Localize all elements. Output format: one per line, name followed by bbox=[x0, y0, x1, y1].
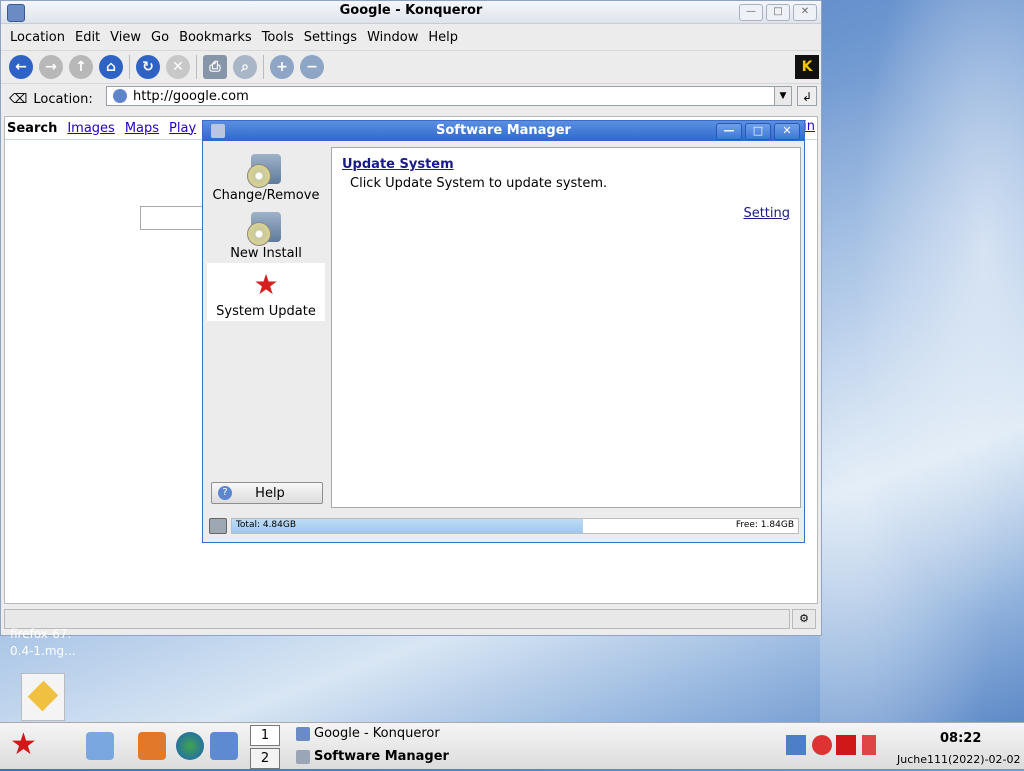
package-file-icon[interactable] bbox=[21, 673, 65, 721]
clock-time[interactable]: 08:22 bbox=[940, 731, 981, 746]
sidebar-item-change-remove[interactable]: Change/Remove bbox=[207, 147, 325, 205]
software-manager-titlebar[interactable]: Software Manager — □ ✕ bbox=[203, 121, 804, 141]
browser-launcher-icon[interactable] bbox=[176, 732, 204, 760]
desktop-pager: 1 2 bbox=[250, 725, 280, 771]
system-update-star-icon: ★ bbox=[253, 268, 279, 301]
clock-date: Juche111(2022)-02-02 bbox=[897, 753, 1021, 766]
update-notifier-icon[interactable] bbox=[862, 735, 876, 755]
minimize-button[interactable]: — bbox=[739, 4, 763, 21]
menu-go[interactable]: Go bbox=[146, 30, 174, 45]
menu-view[interactable]: View bbox=[105, 30, 146, 45]
pager-desktop-2[interactable]: 2 bbox=[250, 748, 280, 769]
hard-disk-icon bbox=[209, 518, 227, 534]
konqueror-titlebar[interactable]: Google - Konqueror — □ ✕ bbox=[1, 1, 821, 24]
close-button[interactable]: ✕ bbox=[774, 123, 800, 140]
location-label: Location: bbox=[33, 91, 93, 107]
volume-muted-icon[interactable] bbox=[812, 735, 832, 755]
update-system-link[interactable]: Update System bbox=[342, 157, 454, 172]
home-icon[interactable]: ⌂ bbox=[99, 55, 123, 79]
menu-settings[interactable]: Settings bbox=[299, 30, 362, 45]
clear-location-icon[interactable]: ⌫ bbox=[9, 92, 27, 107]
location-input[interactable]: http://google.com ▼ bbox=[106, 86, 792, 106]
file-label-line1: firefox-67. bbox=[10, 627, 72, 641]
storage-free: Free: 1.84GB bbox=[735, 520, 794, 530]
pager-desktop-1[interactable]: 1 bbox=[250, 725, 280, 746]
menu-edit[interactable]: Edit bbox=[70, 30, 105, 45]
menu-tools[interactable]: Tools bbox=[257, 30, 299, 45]
chevron-down-icon[interactable]: ▼ bbox=[774, 87, 791, 105]
nav-search[interactable]: Search bbox=[7, 121, 57, 136]
toolbar-separator bbox=[196, 55, 197, 79]
taskbar: ★ 1 2 Google - Konqueror Software Manage… bbox=[0, 722, 1024, 769]
desktop-wallpaper bbox=[820, 0, 1024, 722]
toolbar-separator bbox=[263, 55, 264, 79]
task-label: Google - Konqueror bbox=[314, 726, 440, 741]
globe-icon bbox=[113, 89, 127, 103]
menu-location[interactable]: Location bbox=[5, 30, 70, 45]
nav-maps[interactable]: Maps bbox=[125, 121, 159, 136]
up-icon[interactable]: ↑ bbox=[69, 55, 93, 79]
network-icon[interactable] bbox=[786, 735, 806, 755]
storage-bar: Total: 4.84GB Free: 1.84GB bbox=[230, 518, 799, 534]
go-button[interactable]: ↲ bbox=[797, 86, 817, 106]
google-search-input[interactable] bbox=[140, 206, 205, 230]
main-toolbar: ← → ↑ ⌂ ↻ ✕ ⎙ ⌕ + − K bbox=[1, 50, 821, 84]
storage-indicator: Total: 4.84GB Free: 1.84GB bbox=[209, 517, 799, 535]
storage-total: Total: 4.84GB bbox=[235, 520, 297, 530]
menu-bookmarks[interactable]: Bookmarks bbox=[174, 30, 257, 45]
desktop-file-label[interactable]: firefox-67. 0.4-1.mg... bbox=[10, 626, 76, 660]
url-text[interactable]: http://google.com bbox=[133, 89, 249, 104]
software-manager-window: Software Manager — □ ✕ Change/Remove New… bbox=[202, 120, 805, 543]
konqueror-task-icon bbox=[296, 726, 310, 741]
media-launcher-icon[interactable] bbox=[210, 732, 238, 760]
start-menu-star-icon[interactable]: ★ bbox=[10, 727, 37, 763]
task-label: Software Manager bbox=[314, 749, 449, 764]
editor-launcher-icon[interactable] bbox=[86, 732, 114, 760]
sidebar-item-new-install[interactable]: New Install bbox=[207, 205, 325, 263]
find-icon[interactable]: ⌕ bbox=[233, 55, 257, 79]
help-label: Help bbox=[255, 485, 285, 501]
back-icon[interactable]: ← bbox=[9, 55, 33, 79]
office-launcher-icon[interactable] bbox=[138, 732, 166, 760]
update-description: Click Update System to update system. bbox=[350, 176, 608, 191]
maximize-button[interactable]: □ bbox=[766, 4, 790, 21]
stop-icon[interactable]: ✕ bbox=[166, 55, 190, 79]
status-bar bbox=[4, 609, 790, 629]
maximize-button[interactable]: □ bbox=[745, 123, 771, 140]
update-panel: Update System Click Update System to upd… bbox=[331, 147, 801, 508]
sidebar-item-system-update[interactable]: ★ System Update bbox=[207, 263, 325, 321]
setting-link[interactable]: Setting bbox=[743, 206, 790, 221]
nav-images[interactable]: Images bbox=[67, 121, 115, 136]
file-label-line2: 0.4-1.mg... bbox=[10, 644, 76, 658]
sidebar-item-label: Change/Remove bbox=[212, 188, 320, 203]
task-software-manager[interactable]: Software Manager bbox=[296, 749, 449, 764]
reload-icon[interactable]: ↻ bbox=[136, 55, 160, 79]
software-manager-task-icon bbox=[296, 749, 310, 764]
close-button[interactable]: ✕ bbox=[793, 4, 817, 21]
konqueror-logo-icon: K bbox=[795, 55, 819, 79]
minimize-button[interactable]: — bbox=[716, 123, 742, 140]
help-button[interactable]: ? Help bbox=[211, 482, 323, 504]
security-status-icon[interactable]: ⚙ bbox=[792, 609, 816, 629]
toolbar-separator bbox=[129, 55, 130, 79]
window-title: Google - Konqueror bbox=[339, 3, 483, 18]
nav-play[interactable]: Play bbox=[169, 121, 196, 136]
print-icon[interactable]: ⎙ bbox=[203, 55, 227, 79]
menu-help[interactable]: Help bbox=[423, 30, 463, 45]
forward-icon[interactable]: → bbox=[39, 55, 63, 79]
help-icon: ? bbox=[218, 486, 232, 500]
dialog-title: Software Manager bbox=[436, 123, 571, 138]
sidebar-item-label: New Install bbox=[230, 246, 302, 261]
zoom-in-icon[interactable]: + bbox=[270, 55, 294, 79]
menu-window[interactable]: Window bbox=[362, 30, 423, 45]
menubar: Location Edit View Go Bookmarks Tools Se… bbox=[1, 24, 821, 50]
change-remove-icon bbox=[247, 154, 281, 188]
new-install-icon bbox=[247, 212, 281, 246]
flag-icon[interactable] bbox=[836, 735, 856, 755]
sidebar-item-label: System Update bbox=[216, 304, 316, 319]
category-sidebar: Change/Remove New Install ★ System Updat… bbox=[207, 147, 327, 507]
zoom-out-icon[interactable]: − bbox=[300, 55, 324, 79]
task-konqueror[interactable]: Google - Konqueror bbox=[296, 726, 440, 741]
